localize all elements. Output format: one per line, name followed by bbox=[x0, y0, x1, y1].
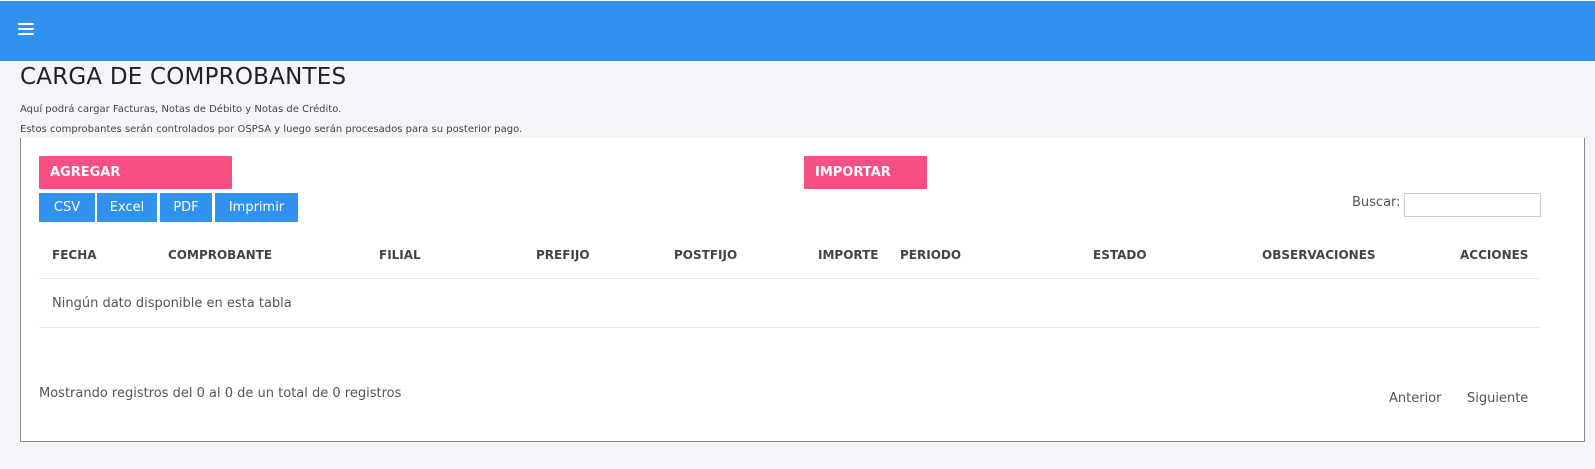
column-header-importe[interactable]: IMPORTE bbox=[818, 248, 879, 262]
column-header-periodo[interactable]: PERIODO bbox=[900, 248, 961, 262]
export-pdf-button[interactable]: PDF bbox=[160, 193, 212, 222]
export-csv-button[interactable]: CSV bbox=[39, 193, 95, 222]
page-description-1: Aquí podrá cargar Facturas, Notas de Déb… bbox=[20, 104, 342, 115]
column-header-observaciones[interactable]: OBSERVACIONES bbox=[1262, 248, 1376, 262]
page-title: CARGA DE COMPROBANTES bbox=[20, 64, 347, 90]
column-header-acciones[interactable]: ACCIONES bbox=[1460, 248, 1528, 262]
print-button[interactable]: Imprimir bbox=[215, 193, 298, 222]
column-header-filial[interactable]: FILIAL bbox=[379, 248, 421, 262]
column-header-comprobante[interactable]: COMPROBANTE bbox=[168, 248, 272, 262]
table-info: Mostrando registros del 0 al 0 de un tot… bbox=[39, 386, 402, 401]
add-voucher-button[interactable]: AGREGAR COMPROBANTE bbox=[39, 156, 232, 213]
column-header-fecha[interactable]: FECHA bbox=[52, 248, 97, 262]
export-excel-button[interactable]: Excel bbox=[97, 193, 157, 222]
pagination-previous[interactable]: Anterior bbox=[1389, 391, 1441, 406]
vouchers-panel: AGREGAR COMPROBANTE IMPORTAR CSV CSV Exc… bbox=[20, 138, 1585, 442]
top-navbar bbox=[0, 1, 1595, 61]
hamburger-menu-icon[interactable] bbox=[18, 23, 34, 37]
import-csv-button[interactable]: IMPORTAR CSV bbox=[804, 156, 927, 213]
table-header-divider bbox=[39, 278, 1541, 279]
column-header-estado[interactable]: ESTADO bbox=[1093, 248, 1147, 262]
table-empty-message: Ningún dato disponible en esta tabla bbox=[52, 296, 292, 311]
pagination-next[interactable]: Siguiente bbox=[1467, 391, 1528, 406]
table-row-divider bbox=[39, 327, 1541, 328]
search-label: Buscar: bbox=[1352, 195, 1401, 210]
column-header-postfijo[interactable]: POSTFIJO bbox=[674, 248, 737, 262]
column-header-prefijo[interactable]: PREFIJO bbox=[536, 248, 590, 262]
page-description-2: Estos comprobantes serán controlados por… bbox=[20, 124, 523, 135]
search-input[interactable] bbox=[1404, 193, 1541, 217]
